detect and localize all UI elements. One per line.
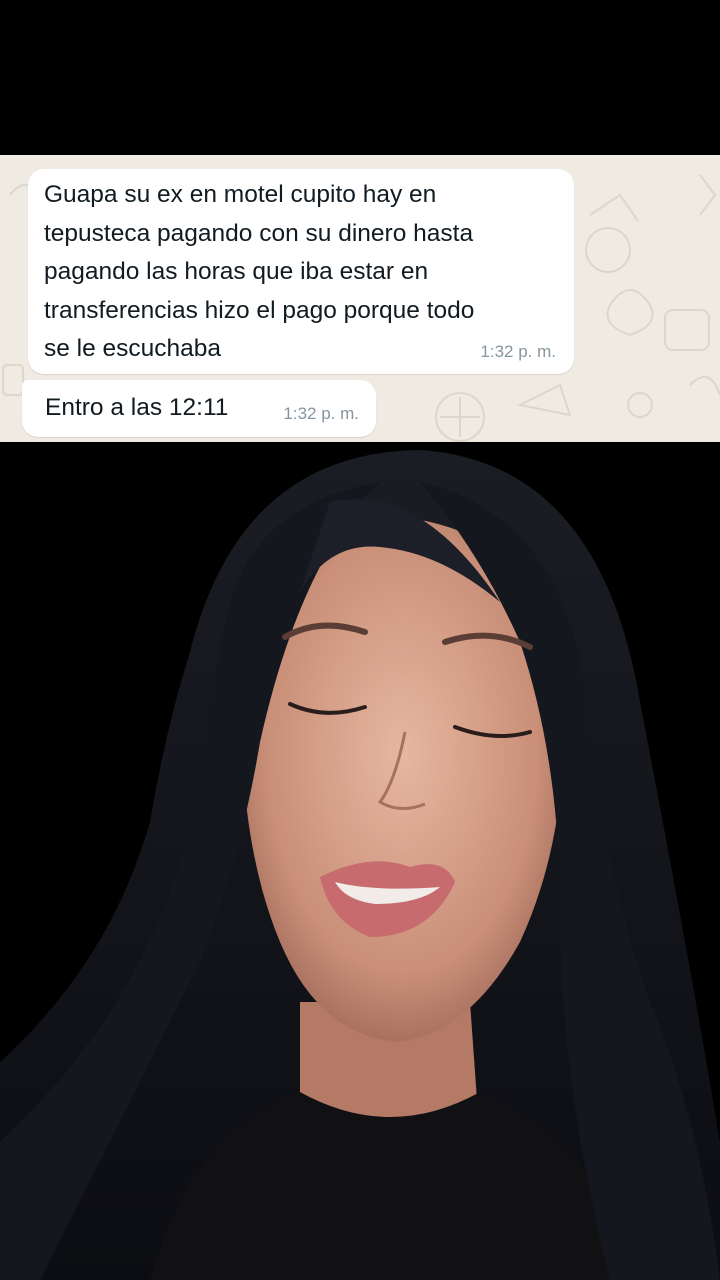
message-text: Guapa su ex en motel cupito hay en tepus… bbox=[44, 181, 475, 362]
message-text: Entro a las 12:11 bbox=[45, 394, 229, 421]
message-bubble[interactable]: Entro a las 12:11 1:32 p. m. bbox=[22, 380, 376, 437]
message-timestamp: 1:32 p. m. bbox=[283, 404, 359, 423]
person-portrait-illustration bbox=[0, 450, 720, 1280]
video-frame bbox=[0, 442, 720, 1280]
screen: Guapa su ex en motel cupito hay en tepus… bbox=[0, 0, 720, 1280]
message-timestamp: 1:32 p. m. bbox=[480, 342, 556, 361]
message-bubble[interactable]: Guapa su ex en motel cupito hay en tepus… bbox=[28, 169, 574, 374]
chat-screenshot: Guapa su ex en motel cupito hay en tepus… bbox=[0, 155, 720, 442]
